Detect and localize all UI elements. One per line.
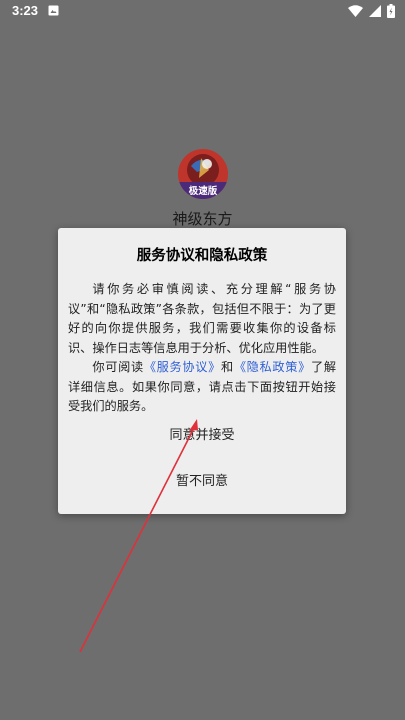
status-time: 3:23 (12, 3, 39, 18)
app-name: 神级东方 (172, 210, 233, 228)
service-agreement-link[interactable]: 《服务协议》 (144, 360, 221, 374)
paragraph-2-and: 和 (220, 360, 234, 374)
paragraph-2-before: 你可阅读 (92, 360, 144, 374)
dialog-title: 服务协议和隐私政策 (136, 248, 268, 264)
dialog-body: 请你务必审慎阅读、充分理解“服务协议”和“隐私政策”各条款，包括但不限于：为了更… (68, 280, 336, 417)
dialog-paragraph-1: 请你务必审慎阅读、充分理解“服务协议”和“隐私政策”各条款，包括但不限于：为了更… (68, 282, 336, 355)
agree-button[interactable]: 同意并接受 (58, 419, 346, 453)
status-icons (348, 4, 395, 18)
app-logo-icon: 极速版 (178, 149, 228, 199)
svg-text:极速版: 极速版 (189, 185, 218, 197)
privacy-policy-link[interactable]: 《隐私政策》 (234, 360, 311, 374)
status-bar: 3:23 (0, 0, 405, 24)
cellular-signal-icon (369, 5, 381, 17)
notification-icon (48, 5, 59, 16)
disagree-button[interactable]: 暂不同意 (58, 465, 346, 499)
wifi-icon (348, 5, 363, 17)
dialog-paragraph-2: 你可阅读《服务协议》和《隐私政策》了解详细信息。如果你同意，请点击下面按钮开始接… (68, 358, 336, 417)
battery-charging-icon (387, 4, 395, 18)
